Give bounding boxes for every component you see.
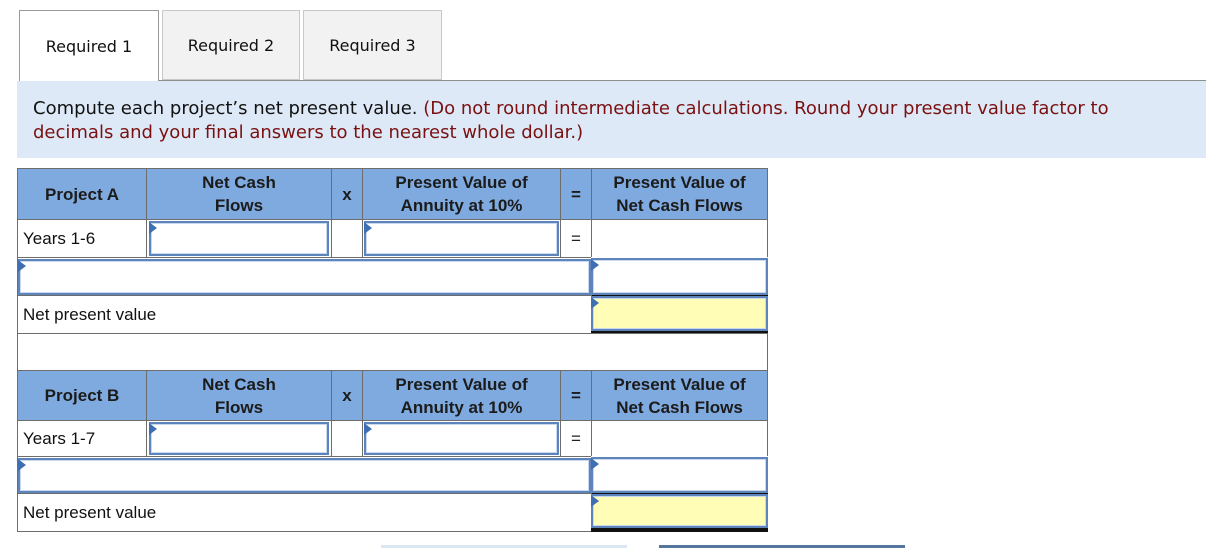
tab-required-3[interactable]: Required 3	[303, 10, 442, 80]
npv-input[interactable]	[591, 494, 768, 528]
net-cash-flows-header: Net Cash Flows	[146, 168, 332, 220]
extra-amount-input[interactable]	[591, 258, 768, 295]
extra-label-input[interactable]	[18, 259, 591, 295]
extra-label-cell	[17, 456, 592, 494]
pv-net-cash-flows-header: Present Value of Net Cash Flows	[591, 168, 768, 220]
row-equals: =	[560, 219, 592, 258]
years-label: Years 1-7	[17, 420, 147, 457]
pv-annuity-header: Present Value of Annuity at 10%	[362, 370, 561, 421]
pv-factor-input[interactable]	[364, 221, 559, 256]
project-a-header: Project A	[17, 168, 147, 220]
npv-cell	[591, 296, 768, 332]
tab-required-2[interactable]: Required 2	[162, 10, 300, 80]
npv-cell	[591, 494, 768, 529]
times-symbol: x	[331, 370, 363, 421]
extra-label-input[interactable]	[18, 458, 591, 493]
equals-symbol: =	[560, 168, 592, 220]
extra-amount-cell	[591, 257, 768, 296]
row-equals: =	[560, 420, 592, 457]
extra-amount-input[interactable]	[591, 457, 768, 493]
blank-cell	[331, 420, 363, 457]
double-underline	[591, 528, 768, 532]
net-cash-flows-cell	[146, 219, 332, 258]
spacer-row	[17, 333, 768, 371]
net-cash-flows-header: Net Cash Flows	[146, 370, 332, 421]
project-b-header: Project B	[17, 370, 147, 421]
instruction-box: Compute each project’s net present value…	[17, 81, 1206, 158]
instruction-note-line2: decimals and your final answers to the n…	[33, 122, 584, 143]
net-cash-flows-input[interactable]	[149, 422, 329, 455]
equals-symbol: =	[560, 370, 592, 421]
pv-annuity-header: Present Value of Annuity at 10%	[362, 168, 561, 220]
npv-label: Net present value	[17, 295, 592, 334]
extra-amount-cell	[591, 456, 768, 494]
instruction-note-line1: (Do not round intermediate calculations.…	[423, 98, 1109, 119]
pv-factor-input[interactable]	[364, 422, 559, 455]
instruction-text: Compute each project’s net present value…	[33, 98, 418, 119]
times-symbol: x	[331, 168, 363, 220]
net-cash-flows-cell	[146, 420, 332, 457]
extra-label-cell	[17, 257, 592, 296]
npv-label: Net present value	[17, 493, 592, 532]
blank-cell	[331, 219, 363, 258]
tab-required-1[interactable]: Required 1	[19, 10, 159, 81]
npv-input[interactable]	[591, 296, 768, 331]
pv-factor-cell	[362, 420, 561, 457]
years-label: Years 1-6	[17, 219, 147, 258]
pv-factor-cell	[362, 219, 561, 258]
net-cash-flows-input[interactable]	[149, 221, 329, 256]
pv-net-cash-flows-header: Present Value of Net Cash Flows	[591, 370, 768, 421]
pv-result-cell	[591, 420, 768, 457]
pv-result-cell	[591, 219, 768, 258]
